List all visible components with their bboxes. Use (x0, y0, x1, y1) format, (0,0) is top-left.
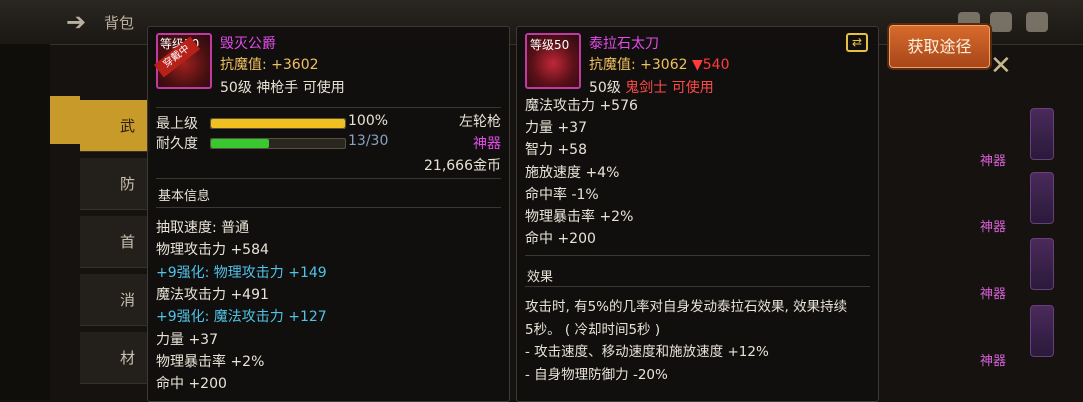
category-material[interactable]: 材 (80, 332, 150, 384)
category-consumable[interactable]: 消 (80, 274, 150, 326)
max-level-fill (211, 119, 345, 128)
requirement-text: 50级 神枪手 可使用 (220, 80, 345, 96)
effect-line: - 自身物理防御力 -20% (525, 366, 668, 383)
list-item-tag: 神器 (980, 220, 1007, 235)
left-rail (0, 44, 80, 400)
acquire-route-button[interactable]: 获取途径 (889, 25, 990, 68)
divider (525, 255, 870, 256)
requirement-text: 50级 鬼剑士 可使用 (589, 80, 714, 96)
weapon-type: 左轮枪 (459, 114, 501, 130)
chat-icon[interactable] (1026, 12, 1048, 32)
max-level-value: 100% (348, 113, 389, 129)
rail-accent (50, 96, 80, 144)
revolver-item-icon: 等级50 穿戴中 (153, 33, 212, 89)
stat-line: 抽取速度: 普通 (156, 220, 250, 236)
swap-icon[interactable]: ⇄ (846, 33, 868, 52)
item-thumbnail[interactable] (1030, 238, 1054, 290)
effect-line: - 攻击速度、移动速度和施放速度 +12% (525, 344, 769, 360)
anti-magic-stat: 抗魔值: +3602 (220, 57, 319, 73)
stat-line: 魔法攻击力 +491 (156, 286, 269, 303)
list-item-tag: 神器 (980, 154, 1007, 169)
divider (156, 207, 501, 208)
item-thumbnail[interactable] (1030, 172, 1054, 224)
bag-title: 背包 (104, 14, 135, 32)
price-label: 21,666金币 (424, 158, 501, 174)
stat-line: +9强化: 物理攻击力 +149 (156, 264, 327, 281)
compare-item-tooltip: 等级50 泰拉石太刀 抗魔值: +3062 ▼540 50级 鬼剑士 可使用 ⇄… (516, 26, 879, 402)
stat-line: 命中 +200 (156, 376, 227, 393)
divider (156, 178, 501, 179)
stat-line: 命中率 -1% (525, 186, 599, 203)
item-name: 毁灭公爵 (220, 36, 276, 52)
stat-line: 物理暴击率 +2% (525, 209, 634, 225)
effect-line: 攻击时, 有5%的几率对自身发动泰拉石效果, 效果持续 (525, 299, 848, 315)
item-thumbnail[interactable] (1030, 305, 1054, 357)
list-item-tag: 神器 (980, 287, 1007, 302)
stat-line: 智力 +58 (525, 142, 587, 159)
item-name: 泰拉石太刀 (589, 36, 659, 52)
tooltip-header: 等级50 穿戴中 毁灭公爵 抗魔值: +3602 50级 神枪手 可使用 (148, 27, 509, 103)
stat-line: 力量 +37 (156, 331, 218, 348)
rarity-label: 神器 (473, 136, 501, 152)
durability-bar (210, 138, 346, 149)
item-thumbnail[interactable] (1030, 108, 1054, 160)
stat-line: 物理攻击力 +584 (156, 242, 269, 259)
effect-line: 5秒。 ( 冷却时间5秒 ) (525, 321, 661, 338)
back-arrow-icon[interactable]: ➔ (66, 8, 86, 36)
stat-line: 力量 +37 (525, 120, 587, 137)
category-armor[interactable]: 防 (80, 158, 150, 210)
category-weapon[interactable]: 武 (80, 100, 150, 152)
divider (156, 107, 501, 108)
list-item-tag: 神器 (980, 354, 1007, 369)
max-level-bar (210, 118, 346, 129)
tooltip-header: 等级50 泰拉石太刀 抗魔值: +3062 ▼540 50级 鬼剑士 可使用 ⇄ (517, 27, 878, 103)
stat-line: 命中 +200 (525, 231, 596, 248)
anti-magic-stat: 抗魔值: +3062 ▼540 (589, 57, 730, 73)
section-basic-info: 基本信息 (158, 189, 211, 204)
mail-icon[interactable] (990, 12, 1012, 32)
durability-label: 耐久度 (156, 136, 198, 152)
equipped-item-tooltip: 等级50 穿戴中 毁灭公爵 抗魔值: +3602 50级 神枪手 可使用 最上级… (147, 26, 510, 402)
stat-line: +9强化: 魔法攻击力 +127 (156, 309, 327, 326)
category-accessory[interactable]: 首 (80, 216, 150, 268)
close-icon[interactable]: ✕ (990, 51, 1012, 81)
section-effect: 效果 (527, 270, 554, 285)
divider (525, 286, 870, 287)
durability-value: 13/30 (348, 133, 389, 149)
durability-fill (211, 139, 270, 148)
stat-line: 施放速度 +4% (525, 164, 620, 181)
max-level-label: 最上级 (156, 116, 198, 132)
katana-item-icon: 等级50 (525, 33, 581, 89)
stat-line: 魔法攻击力 +576 (525, 98, 638, 114)
stat-line: 物理暴击率 +2% (156, 353, 265, 370)
level-badge: 等级50 (530, 38, 570, 52)
